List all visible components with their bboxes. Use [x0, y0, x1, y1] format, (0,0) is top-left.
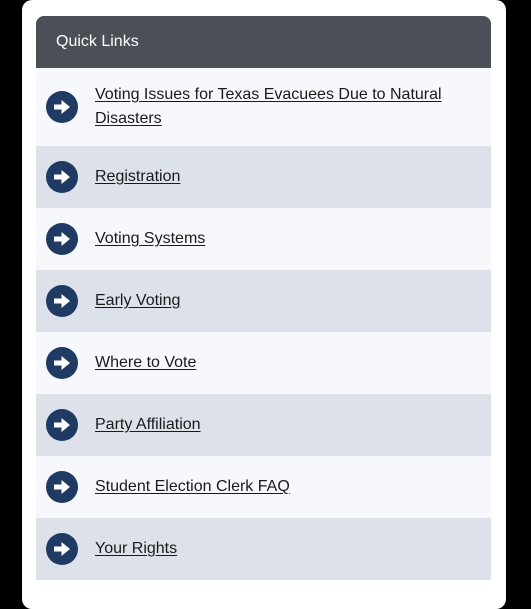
quick-link-label[interactable]: Registration	[95, 165, 180, 189]
quick-links-title: Quick Links	[56, 33, 139, 50]
quick-link-label[interactable]: Voting Systems	[95, 227, 205, 251]
quick-links-panel: Quick Links Voting Issues for Texas Evac…	[36, 16, 491, 580]
arrow-right-circle-icon	[46, 471, 78, 503]
quick-link-early-voting[interactable]: Early Voting	[36, 270, 491, 332]
quick-link-voting-issues-evacuees[interactable]: Voting Issues for Texas Evacuees Due to …	[36, 68, 491, 146]
quick-link-where-to-vote[interactable]: Where to Vote	[36, 332, 491, 394]
quick-links-header: Quick Links	[36, 16, 491, 68]
quick-link-your-rights[interactable]: Your Rights	[36, 518, 491, 580]
arrow-right-circle-icon	[46, 223, 78, 255]
arrow-right-circle-icon	[46, 533, 78, 565]
quick-link-label[interactable]: Early Voting	[95, 289, 180, 313]
arrow-right-circle-icon	[46, 91, 78, 123]
arrow-right-circle-icon	[46, 161, 78, 193]
quick-link-label[interactable]: Party Affiliation	[95, 413, 201, 437]
quick-link-student-election-clerk-faq[interactable]: Student Election Clerk FAQ	[36, 456, 491, 518]
arrow-right-circle-icon	[46, 285, 78, 317]
quick-link-voting-systems[interactable]: Voting Systems	[36, 208, 491, 270]
arrow-right-circle-icon	[46, 409, 78, 441]
quick-link-registration[interactable]: Registration	[36, 146, 491, 208]
quick-link-label[interactable]: Where to Vote	[95, 351, 196, 375]
quick-links-list: Voting Issues for Texas Evacuees Due to …	[36, 68, 491, 580]
quick-link-label[interactable]: Student Election Clerk FAQ	[95, 475, 290, 499]
quick-link-party-affiliation[interactable]: Party Affiliation	[36, 394, 491, 456]
arrow-right-circle-icon	[46, 347, 78, 379]
quick-link-label[interactable]: Your Rights	[95, 537, 177, 561]
quick-link-label[interactable]: Voting Issues for Texas Evacuees Due to …	[95, 83, 475, 131]
